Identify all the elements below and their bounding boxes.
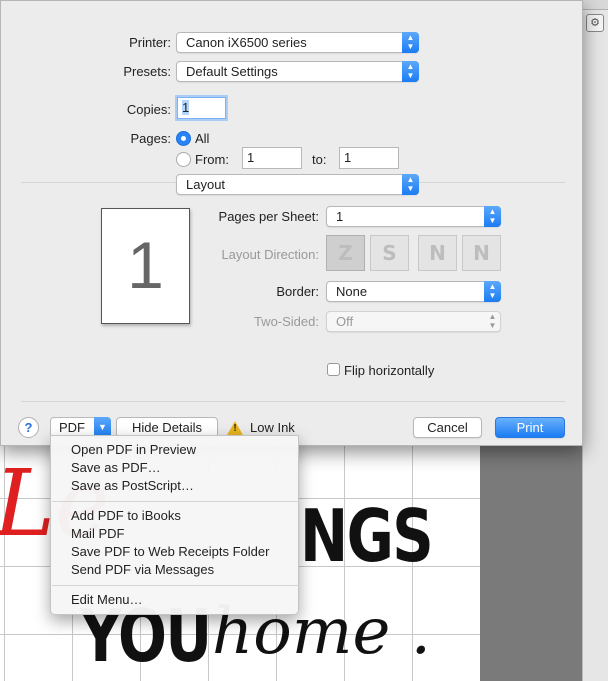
layout-direction-z-icon[interactable]: Z (326, 235, 365, 271)
pages-from-radio[interactable] (176, 152, 191, 167)
copies-label: Copies: (126, 102, 171, 117)
chevron-updown-icon: ▲ ▼ (484, 281, 501, 302)
pages-per-sheet-value: 1 (336, 209, 344, 224)
menu-separator (52, 585, 299, 586)
menu-item-mail-pdf[interactable]: Mail PDF (51, 525, 298, 543)
separator (21, 401, 565, 402)
chevron-updown-icon: ▲ ▼ (402, 174, 419, 195)
pages-per-sheet-label: Pages per Sheet: (218, 209, 319, 224)
layout-direction-s-icon[interactable]: S (370, 235, 409, 271)
pages-from-field[interactable]: 1 (242, 147, 302, 169)
two-sided-value: Off (336, 314, 354, 329)
toolbar-icon[interactable]: ⚙ (586, 14, 604, 32)
chevron-updown-icon: ▲ ▼ (402, 61, 419, 82)
background-bold-text-top: NGS (300, 494, 434, 578)
printer-popup[interactable]: Canon iX6500 series ▲ ▼ (176, 32, 419, 53)
pages-from-label: From: (195, 152, 229, 167)
menu-item-save-as-postscript[interactable]: Save as PostScript… (51, 477, 298, 495)
print-dialog: Printer: Canon iX6500 series ▲ ▼ Presets:… (0, 0, 583, 446)
menu-item-send-pdf-via-messages[interactable]: Send PDF via Messages (51, 561, 298, 579)
chevron-updown-icon: ▲ ▼ (402, 32, 419, 53)
printer-value: Canon iX6500 series (186, 35, 307, 50)
pages-to-field[interactable]: 1 (339, 147, 399, 169)
flip-horizontally-checkbox[interactable] (327, 363, 340, 376)
pages-all-label: All (195, 131, 210, 146)
pages-to-label: to: (312, 152, 327, 167)
border-popup[interactable]: None ▲ ▼ (326, 281, 501, 302)
pages-all-radio[interactable] (176, 131, 191, 146)
layout-direction-n-icon[interactable]: N (418, 235, 457, 271)
pages-label: Pages: (130, 131, 171, 146)
layout-direction-n-reverse-icon[interactable]: N (462, 235, 501, 271)
menu-item-add-pdf-to-ibooks[interactable]: Add PDF to iBooks (51, 507, 298, 525)
menu-item-open-pdf-in-preview[interactable]: Open PDF in Preview (51, 441, 298, 459)
status-label: Low Ink (250, 420, 295, 435)
cancel-button[interactable]: Cancel (413, 417, 482, 438)
two-sided-popup: Off ▲ ▼ (326, 311, 501, 332)
print-button[interactable]: Print (495, 417, 565, 438)
copies-value: 1 (182, 100, 190, 115)
menu-item-save-pdf-to-web-receipts[interactable]: Save PDF to Web Receipts Folder (51, 543, 298, 561)
chevron-updown-icon: ▲ ▼ (488, 312, 497, 330)
page-preview: 1 (101, 208, 190, 324)
background-ruler (582, 10, 608, 681)
two-sided-label: Two-Sided: (253, 314, 319, 329)
presets-popup[interactable]: Default Settings ▲ ▼ (176, 61, 419, 82)
copies-field[interactable]: 1 (177, 97, 226, 119)
section-value: Layout (186, 177, 226, 192)
preview-page-number: 1 (127, 228, 164, 302)
menu-item-save-as-pdf[interactable]: Save as PDF… (51, 459, 298, 477)
help-icon[interactable]: ? (18, 417, 39, 438)
menu-separator (52, 501, 299, 502)
pages-per-sheet-popup[interactable]: 1 ▲ ▼ (326, 206, 501, 227)
presets-value: Default Settings (186, 64, 278, 79)
layout-direction-label: Layout Direction: (221, 247, 319, 262)
border-value: None (336, 284, 368, 299)
border-label: Border: (276, 284, 319, 299)
printer-label: Printer: (129, 35, 171, 50)
flip-horizontally-label: Flip horizontally (344, 363, 435, 378)
section-popup[interactable]: Layout ▲ ▼ (176, 174, 419, 195)
menu-item-edit-menu[interactable]: Edit Menu… (51, 591, 298, 609)
presets-label: Presets: (123, 64, 171, 79)
chevron-updown-icon: ▲ ▼ (484, 206, 501, 227)
pdf-dropdown-menu: Open PDF in Preview Save as PDF… Save as… (50, 435, 299, 615)
